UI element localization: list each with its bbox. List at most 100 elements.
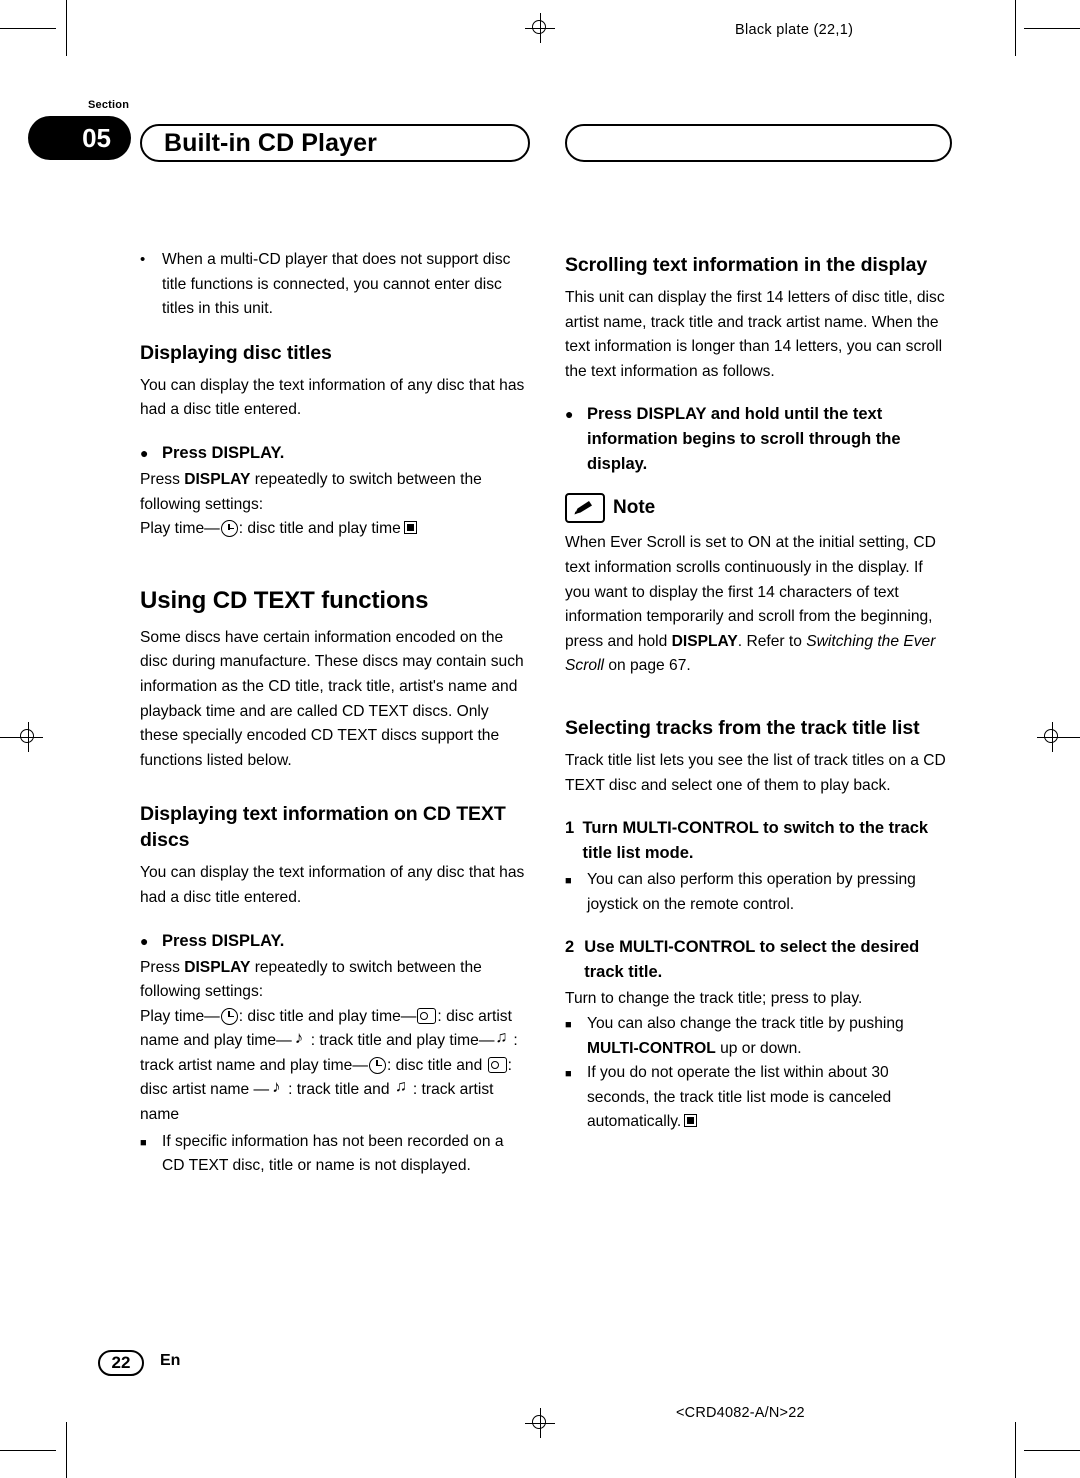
bullet-text: When a multi-CD player that does not sup… bbox=[162, 251, 511, 318]
step-3-note: ■ If you do not operate the list within … bbox=[565, 1061, 950, 1135]
note-label: Note bbox=[613, 497, 656, 519]
step-1-text: Turn MULTI-CONTROL to switch to the trac… bbox=[582, 819, 929, 863]
step-3-note-content: If you do not operate the list within ab… bbox=[587, 1064, 892, 1131]
bullet-multi-cd-note: • When a multi-CD player that does not s… bbox=[140, 248, 525, 322]
track-title-note-icon bbox=[294, 1028, 309, 1048]
note-body: When Ever Scroll is set to ON at the ini… bbox=[565, 531, 950, 679]
press-text-a: Press bbox=[140, 958, 185, 976]
step-2-text: Use MULTI-CONTROL to select the desired … bbox=[584, 938, 920, 982]
chapter-title: Built-in CD Player bbox=[140, 124, 530, 162]
section-label: Section bbox=[88, 99, 130, 111]
seq-text-1: Play time— bbox=[140, 1007, 220, 1025]
note-text-b: . Refer to bbox=[737, 632, 807, 650]
manual-page: Black plate (22,1) Section 05 Built-in C… bbox=[0, 0, 1080, 1478]
part-number-label: <CRD4082-A/N>22 bbox=[676, 1405, 805, 1421]
display-keyword: DISPLAY bbox=[184, 958, 251, 976]
square-note-cd-text: ■ If specific information has not been r… bbox=[140, 1130, 525, 1179]
crop-mark-top-left bbox=[0, 28, 56, 29]
step-2-note-a: You can also change the track title by p… bbox=[587, 1014, 904, 1032]
press-display-step-1: ● Press DISPLAY. bbox=[140, 441, 525, 466]
step-2-body: Turn to change the track title; press to… bbox=[565, 990, 863, 1008]
using-cd-text-body: Some discs have certain information enco… bbox=[140, 628, 524, 769]
end-of-section-marker bbox=[684, 1114, 698, 1128]
section-number-badge: 05 bbox=[28, 116, 131, 160]
filled-circle-icon: ● bbox=[140, 932, 149, 949]
heading-scrolling-text: Scrolling text information in the displa… bbox=[565, 254, 928, 276]
registration-mark-right bbox=[1037, 722, 1067, 752]
registration-mark-top bbox=[525, 13, 555, 43]
clock-icon bbox=[368, 1056, 386, 1074]
track-artist-icon bbox=[395, 1076, 412, 1097]
note-header: Note bbox=[565, 493, 950, 524]
press-display-step-1-body: Press DISPLAY repeatedly to switch betwe… bbox=[140, 468, 525, 517]
press-display-step-2-body: Press DISPLAY repeatedly to switch betwe… bbox=[140, 956, 525, 1005]
square-note-text: If specific information has not been rec… bbox=[162, 1132, 504, 1175]
right-column: Scrolling text information in the displa… bbox=[565, 248, 950, 1135]
step-2-note-b: up or down. bbox=[715, 1039, 802, 1057]
pencil-icon bbox=[565, 493, 605, 524]
note-text-c: on page 67. bbox=[604, 657, 691, 675]
crop-mark-top-right bbox=[1024, 28, 1080, 29]
press-display-hold-label: Press DISPLAY and hold until the text in… bbox=[587, 405, 901, 474]
registration-mark-left bbox=[13, 722, 43, 752]
display-sequence-list: Play time— : disc title and play time— : d… bbox=[140, 1005, 525, 1128]
clock-icon bbox=[220, 520, 238, 538]
filled-circle-icon: ● bbox=[565, 406, 574, 423]
seq-text-4: : track title and play time— bbox=[310, 1032, 495, 1050]
crop-mark-bottom-right bbox=[1024, 1450, 1080, 1451]
heading-using-cd-text: Using CD TEXT functions bbox=[140, 586, 429, 614]
multi-control-keyword: MULTI-CONTROL bbox=[587, 1039, 716, 1057]
square-bullet-icon: ■ bbox=[565, 875, 572, 888]
registration-mark-bottom bbox=[525, 1408, 555, 1438]
disc-artist-icon bbox=[487, 1056, 507, 1073]
press-display-step-2: ● Press DISPLAY. bbox=[140, 929, 525, 954]
displaying-disc-titles-body: You can display the text information of … bbox=[140, 376, 525, 419]
heading-displaying-text-info: Displaying text information on CD TEXT d… bbox=[140, 803, 506, 852]
track-title-note-icon bbox=[271, 1077, 286, 1097]
chapter-title-placeholder bbox=[565, 124, 952, 162]
play-time-label-b: : disc title and play time bbox=[238, 520, 401, 538]
clock-icon bbox=[220, 1007, 238, 1025]
press-display-step-2-label: Press DISPLAY. bbox=[162, 931, 285, 950]
black-plate-label: Black plate (22,1) bbox=[735, 22, 854, 38]
disc-artist-icon bbox=[417, 1007, 437, 1024]
step-3-note-text: If you do not operate the list within ab… bbox=[587, 1061, 950, 1135]
track-artist-icon bbox=[495, 1027, 512, 1048]
step-2-note-text: You can also change the track title by p… bbox=[587, 1012, 950, 1061]
crop-mark-right-top bbox=[1015, 0, 1016, 56]
press-text-a: Press bbox=[140, 470, 185, 488]
filled-circle-icon: ● bbox=[140, 444, 149, 461]
step-2-note: ■ You can also change the track title by… bbox=[565, 1012, 950, 1061]
step-1-note-text: You can also perform this operation by p… bbox=[587, 871, 916, 913]
seq-text-8: : track title and bbox=[288, 1081, 394, 1099]
press-display-hold-step: ● Press DISPLAY and hold until the text … bbox=[565, 402, 950, 477]
heading-displaying-disc-titles: Displaying disc titles bbox=[140, 341, 332, 364]
display-keyword: DISPLAY bbox=[671, 632, 738, 650]
square-bullet-icon: ■ bbox=[565, 1018, 572, 1031]
end-of-section-marker bbox=[403, 521, 417, 535]
crop-mark-left-bottom bbox=[66, 1422, 67, 1478]
scrolling-text-body: This unit can display the first 14 lette… bbox=[565, 289, 945, 380]
crop-mark-right-bottom bbox=[1015, 1422, 1016, 1478]
crop-mark-bottom-left bbox=[0, 1450, 56, 1451]
displaying-text-info-body: You can display the text information of … bbox=[140, 864, 525, 906]
page-number-badge: 22 bbox=[98, 1350, 144, 1376]
selecting-tracks-body: Track title list lets you see the list o… bbox=[565, 751, 946, 794]
step-1-number: 1 bbox=[565, 819, 575, 838]
bullet-dot-icon: • bbox=[140, 251, 146, 268]
step-1-heading: 1 Turn MULTI-CONTROL to switch to the tr… bbox=[565, 816, 950, 866]
crop-mark-left-top bbox=[66, 0, 67, 56]
seq-text-2: : disc title and play time— bbox=[238, 1007, 417, 1025]
seq-text-6: : disc title and bbox=[386, 1056, 487, 1074]
play-time-label-a: Play time— bbox=[140, 520, 220, 538]
press-display-step-1-label: Press DISPLAY. bbox=[162, 443, 285, 462]
square-bullet-icon: ■ bbox=[565, 1068, 572, 1081]
step-2-heading: 2 Use MULTI-CONTROL to select the desire… bbox=[565, 935, 950, 985]
page-language-label: En bbox=[160, 1352, 181, 1369]
step-2-number: 2 bbox=[565, 938, 575, 957]
square-bullet-icon: ■ bbox=[140, 1136, 147, 1149]
display-keyword: DISPLAY bbox=[184, 470, 251, 488]
heading-selecting-tracks: Selecting tracks from the track title li… bbox=[565, 716, 920, 739]
left-column: • When a multi-CD player that does not s… bbox=[140, 248, 525, 1179]
step-1-note: ■ You can also perform this operation by… bbox=[565, 868, 950, 917]
